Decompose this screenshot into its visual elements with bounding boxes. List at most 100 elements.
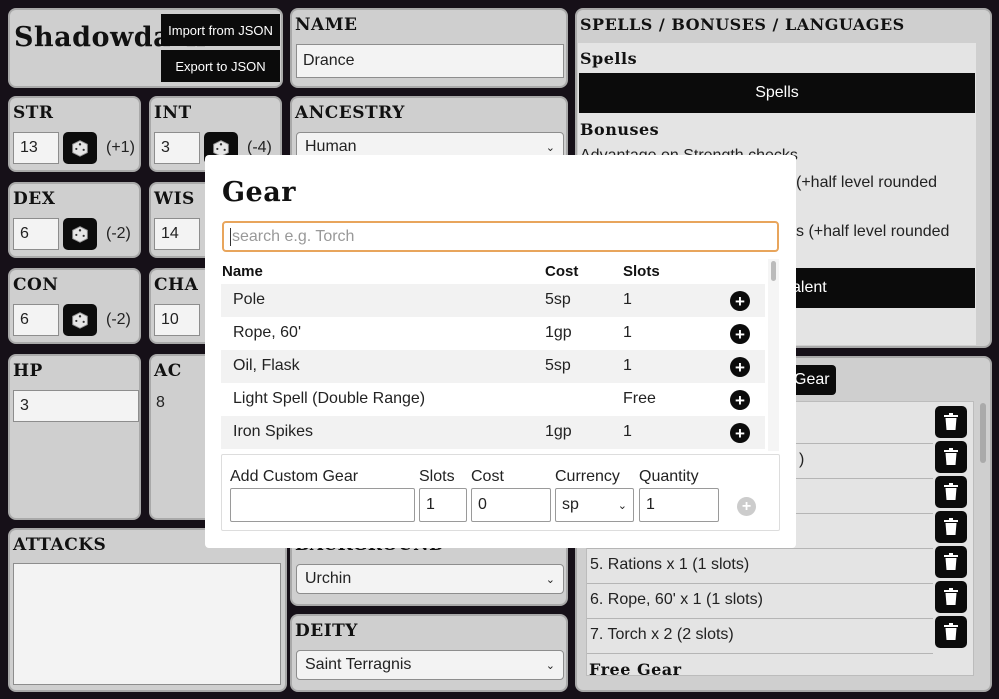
stat-modifier: (-2) (106, 225, 131, 242)
add-item-icon[interactable]: + (730, 357, 750, 377)
bonus-item: (+half level rounded (796, 174, 937, 191)
trash-button[interactable] (935, 476, 967, 508)
stat-label: WIS (154, 189, 195, 209)
trash-button[interactable] (935, 441, 967, 473)
attacks-panel: ATTACKS (8, 528, 287, 692)
divider (587, 618, 933, 619)
ac-value: 8 (156, 394, 165, 411)
add-item-icon[interactable]: + (730, 324, 750, 344)
custom-gear-form: Add Custom Gear Slots 1 Cost 0 Currency … (221, 454, 780, 531)
name-label: NAME (295, 15, 358, 35)
stat-label: STR (13, 103, 54, 123)
name-input[interactable]: Drance (296, 44, 564, 78)
add-custom-gear-icon[interactable]: + (737, 497, 756, 516)
bonus-item: s (+half level rounded (796, 223, 950, 240)
stat-label: DEX (13, 189, 56, 209)
stat-con: CON 6 (-2) (8, 268, 141, 344)
stat-value-input[interactable]: 6 (13, 304, 59, 336)
gear-search-input[interactable]: search e.g. Torch (222, 221, 779, 252)
chevron-down-icon: ⌄ (545, 573, 555, 586)
custom-gear-quantity-input[interactable]: 1 (639, 488, 719, 522)
trash-button[interactable] (935, 616, 967, 648)
gear-row-slots: 1 (623, 324, 632, 341)
attacks-textarea[interactable] (13, 563, 281, 685)
background-value: Urchin (305, 570, 352, 587)
add-item-icon[interactable]: + (730, 390, 750, 410)
trash-button[interactable] (935, 546, 967, 578)
import-json-button[interactable]: Import from JSON (161, 14, 280, 46)
attacks-label: ATTACKS (13, 535, 107, 555)
divider (587, 653, 933, 654)
currency-select[interactable]: sp ⌄ (555, 488, 634, 522)
gear-table-scrollbar[interactable] (768, 259, 779, 451)
trash-button[interactable] (935, 406, 967, 438)
custom-gear-quantity-label: Quantity (639, 468, 699, 485)
gear-row-cost: 5sp (545, 357, 571, 374)
gear-row-slots: Free (623, 390, 656, 407)
gear-row[interactable]: Iron Spikes 1gp 1 + (221, 416, 765, 449)
custom-gear-slots-input[interactable]: 1 (419, 488, 467, 522)
stat-value-input[interactable]: 6 (13, 218, 59, 250)
hp-label: HP (13, 361, 43, 381)
custom-gear-name-label: Add Custom Gear (230, 468, 359, 485)
roll-dice-button[interactable] (63, 304, 97, 336)
gear-row[interactable]: Oil, Flask 5sp 1 + (221, 350, 765, 383)
gear-row-cost: 5sp (545, 291, 571, 308)
chevron-down-icon: ⌄ (617, 499, 627, 512)
gear-row-name: Iron Spikes (233, 423, 314, 440)
add-item-icon[interactable]: + (730, 423, 750, 443)
gear-item: 7. Torch x 2 (2 slots) (590, 626, 734, 643)
gear-item: ) (799, 451, 805, 468)
gear-modal: Gear search e.g. Torch Name Cost Slots P… (205, 155, 796, 548)
gear-row[interactable]: Light Spell (Double Range) Free + (221, 383, 765, 416)
gear-row-name: Pole (233, 291, 266, 308)
roll-dice-button[interactable] (63, 218, 97, 250)
column-header-cost[interactable]: Cost (545, 263, 578, 280)
trash-button[interactable] (935, 511, 967, 543)
gear-scrollbar-thumb[interactable] (980, 403, 986, 463)
gear-item: 5. Rations x 1 (1 slots) (590, 556, 750, 573)
dice-icon (72, 312, 88, 329)
export-json-button[interactable]: Export to JSON (161, 50, 280, 82)
gear-scrollbar[interactable] (979, 401, 987, 676)
gear-table-scrollbar-thumb[interactable] (771, 261, 776, 281)
column-header-slots[interactable]: Slots (623, 263, 660, 280)
modal-title: Gear (222, 177, 296, 208)
stat-value-input[interactable]: 3 (154, 132, 200, 164)
search-placeholder: search e.g. Torch (232, 227, 355, 245)
dice-icon (72, 140, 88, 157)
roll-dice-button[interactable] (63, 132, 97, 164)
gear-row[interactable]: Pole 5sp 1 + (221, 284, 765, 317)
gear-row-name: Oil, Flask (233, 357, 300, 374)
stat-dex: DEX 6 (-2) (8, 182, 141, 258)
chevron-down-icon: ⌄ (545, 141, 555, 154)
stat-label: CHA (154, 275, 199, 295)
add-item-icon[interactable]: + (730, 291, 750, 311)
trash-icon (944, 588, 958, 605)
custom-gear-name-input[interactable] (230, 488, 415, 522)
add-gear-button[interactable]: Gear (791, 365, 836, 395)
gear-item: 6. Rope, 60' x 1 (1 slots) (590, 591, 763, 608)
column-header-name[interactable]: Name (222, 263, 263, 280)
background-select[interactable]: Urchin ⌄ (296, 564, 564, 594)
ancestry-value: Human (305, 138, 357, 155)
spells-button[interactable]: Spells (579, 73, 975, 113)
gear-row-slots: 1 (623, 291, 632, 308)
deity-label: DEITY (295, 621, 358, 641)
gear-row[interactable]: Rope, 60' 1gp 1 + (221, 317, 765, 350)
stat-value-input[interactable]: 13 (13, 132, 59, 164)
deity-panel: DEITY Saint Terragnis ⌄ (290, 614, 568, 692)
deity-select[interactable]: Saint Terragnis ⌄ (296, 650, 564, 680)
name-panel: NAME Drance (290, 8, 568, 88)
ancestry-label: ANCESTRY (295, 103, 405, 123)
currency-value: sp (562, 496, 579, 513)
trash-button[interactable] (935, 581, 967, 613)
divider (587, 583, 933, 584)
stat-value-input[interactable]: 10 (154, 304, 200, 336)
spells-heading: Spells (580, 49, 638, 68)
stat-value-input[interactable]: 14 (154, 218, 200, 250)
gear-row-name: Light Spell (Double Range) (233, 390, 426, 407)
trash-icon (944, 518, 958, 535)
custom-gear-cost-input[interactable]: 0 (471, 488, 551, 522)
hp-input[interactable]: 3 (13, 390, 139, 422)
